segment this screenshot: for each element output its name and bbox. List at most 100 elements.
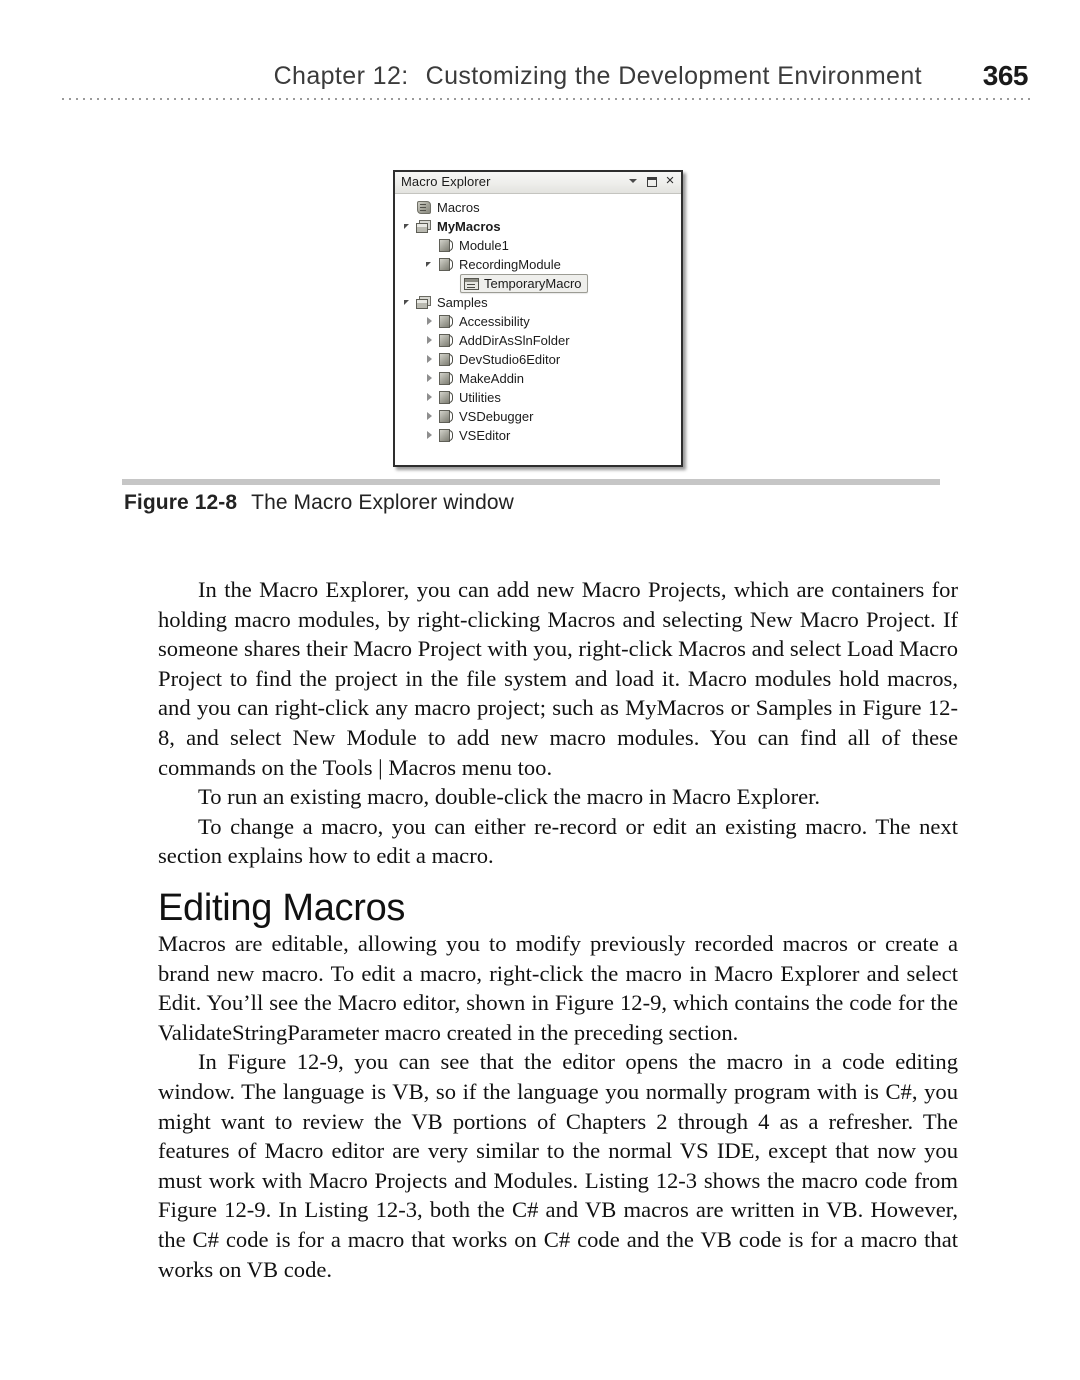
macro-module-icon-glyph <box>439 314 453 329</box>
expand-arrow-icon[interactable] <box>423 312 438 331</box>
macro-module-icon <box>438 409 455 425</box>
macro-module-icon-glyph <box>439 409 453 424</box>
body-text-block-1: In the Macro Explorer, you can add new M… <box>158 575 958 871</box>
tree-item-label: VSEditor <box>459 428 511 443</box>
macros-root-icon <box>416 200 433 216</box>
collapse-arrow-icon[interactable] <box>401 293 416 312</box>
tree-item[interactable]: VSEditor <box>395 426 681 445</box>
tree-item-label: TemporaryMacro <box>484 276 582 291</box>
macro-project-icon <box>416 295 433 311</box>
macro-explorer-tree[interactable]: Macros MyMacros Module1 RecordingModule Temp… <box>395 194 681 465</box>
expand-arrow-icon[interactable] <box>423 331 438 350</box>
tree-item-content: VSDebugger <box>438 407 533 426</box>
tree-item-content: TemporaryMacro <box>460 274 588 293</box>
macro-module-icon <box>438 371 455 387</box>
tree-item[interactable]: AddDirAsSlnFolder <box>395 331 681 350</box>
figure-caption: Figure 12-8 The Macro Explorer window <box>124 491 514 515</box>
section-heading: Editing Macros <box>158 887 406 929</box>
tree-item-content: AddDirAsSlnFolder <box>438 331 570 350</box>
macro-module-icon <box>438 390 455 406</box>
tree-item-content: Module1 <box>438 236 509 255</box>
tree-item-content: MyMacros <box>416 217 501 236</box>
tree-item[interactable]: TemporaryMacro <box>395 274 681 293</box>
tree-item-content: Utilities <box>438 388 501 407</box>
tree-item[interactable]: Utilities <box>395 388 681 407</box>
paragraph-2: To run an existing macro, double-click t… <box>198 784 821 810</box>
macro-module-icon <box>438 238 455 254</box>
collapse-arrow-icon[interactable] <box>401 217 416 236</box>
macro-explorer-title: Macro Explorer <box>401 174 491 189</box>
tree-item-label: Utilities <box>459 390 501 405</box>
body-text-block-2: Macros are editable, allowing you to mod… <box>158 929 958 1284</box>
running-head-dotted-rule <box>62 98 1035 100</box>
running-head: Chapter 12: Customizing the Development E… <box>0 60 1080 112</box>
tree-item-content: Accessibility <box>438 312 530 331</box>
expand-arrow-icon[interactable] <box>423 350 438 369</box>
macro-project-icon <box>416 219 433 235</box>
macro-item-icon-glyph <box>464 277 479 290</box>
macro-module-icon-glyph <box>439 371 453 386</box>
paragraph-1: In the Macro Explorer, you can add new M… <box>158 577 958 780</box>
tree-item-content: DevStudio6Editor <box>438 350 560 369</box>
tree-item-content: VSEditor <box>438 426 510 445</box>
tree-item[interactable]: Macros <box>395 198 681 217</box>
paragraph-3: To change a macro, you can either re-rec… <box>158 813 958 869</box>
macro-module-icon-glyph <box>439 428 453 443</box>
tree-item-content: Macros <box>416 198 480 217</box>
close-icon[interactable]: × <box>664 173 676 188</box>
macro-module-icon-glyph <box>439 390 453 405</box>
macro-module-icon <box>438 428 455 444</box>
tree-item[interactable]: Accessibility <box>395 312 681 331</box>
chevron-down-icon[interactable] <box>627 174 640 188</box>
tree-item[interactable]: Samples <box>395 293 681 312</box>
tree-item[interactable]: Module1 <box>395 236 681 255</box>
expand-arrow-icon[interactable] <box>423 388 438 407</box>
tree-item-label: Macros <box>437 200 480 215</box>
figure-caption-number: Figure 12-8 <box>124 491 238 514</box>
tree-item[interactable]: DevStudio6Editor <box>395 350 681 369</box>
macro-explorer-window: Macro Explorer × Macros MyMacros Module1 Re… <box>393 170 683 467</box>
tree-item[interactable]: RecordingModule <box>395 255 681 274</box>
tree-item-content: Samples <box>416 293 488 312</box>
macro-explorer-window-controls: × <box>627 173 676 188</box>
macro-module-icon <box>438 314 455 330</box>
tree-item[interactable]: MyMacros <box>395 217 681 236</box>
expand-arrow-icon[interactable] <box>423 426 438 445</box>
tree-item-label: Samples <box>437 295 488 310</box>
tree-item-content: RecordingModule <box>438 255 561 274</box>
collapse-arrow-icon[interactable] <box>423 255 438 274</box>
tree-item-label: DevStudio6Editor <box>459 352 561 367</box>
tree-item-content: MakeAddin <box>438 369 524 388</box>
macro-module-icon-glyph <box>439 352 453 367</box>
macros-root-icon-glyph <box>417 200 431 214</box>
macro-module-icon-glyph <box>439 333 453 348</box>
running-head-title: Chapter 12: Customizing the Development E… <box>263 62 932 91</box>
macro-module-icon <box>438 257 455 273</box>
tree-item[interactable]: VSDebugger <box>395 407 681 426</box>
macro-project-icon-glyph <box>416 219 432 234</box>
macro-module-icon-glyph <box>439 238 453 253</box>
tree-item-label: Module1 <box>459 238 509 253</box>
expand-arrow-icon[interactable] <box>423 369 438 388</box>
expand-arrow-icon[interactable] <box>423 407 438 426</box>
figure-caption-text: The Macro Explorer window <box>251 491 514 514</box>
tree-item-label: AddDirAsSlnFolder <box>459 333 570 348</box>
tree-item[interactable]: MakeAddin <box>395 369 681 388</box>
macro-module-icon <box>438 333 455 349</box>
macro-item-icon <box>463 276 480 292</box>
page-number: 365 <box>974 60 1036 92</box>
macro-module-icon <box>438 352 455 368</box>
tree-item-label: RecordingModule <box>459 257 561 272</box>
running-head-chapter-label: Chapter 12: <box>273 62 409 90</box>
tree-item-label: VSDebugger <box>459 409 534 424</box>
macro-explorer-titlebar: Macro Explorer × <box>395 172 681 194</box>
tree-item-label: MyMacros <box>437 219 501 234</box>
pin-window-icon[interactable] <box>647 176 657 187</box>
tree-item-label: MakeAddin <box>459 371 525 386</box>
section-paragraph-2: In Figure 12-9, you can see that the edi… <box>158 1049 958 1282</box>
running-head-chapter-title: Customizing the Development Environment <box>425 62 922 90</box>
tree-item-label: Accessibility <box>459 314 530 329</box>
